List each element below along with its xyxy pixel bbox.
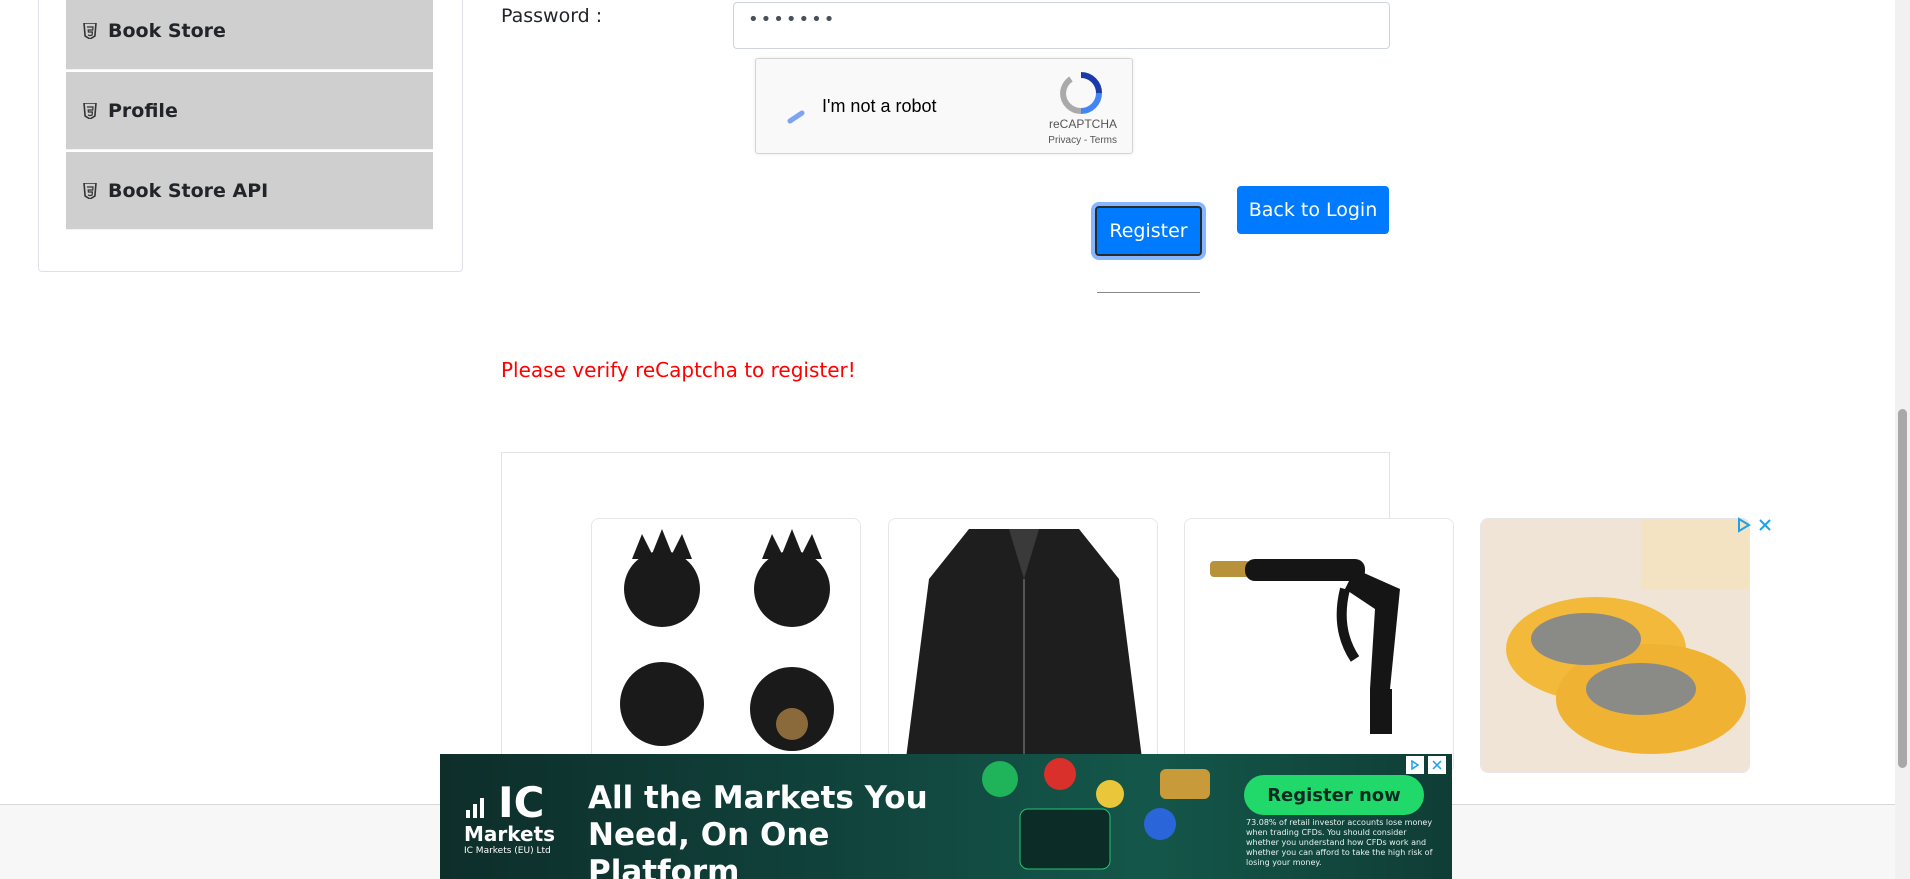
password-field[interactable]: ••••••• <box>733 2 1390 49</box>
back-to-login-button[interactable]: Back to Login <box>1237 186 1389 234</box>
close-icon[interactable] <box>1758 518 1772 532</box>
sidebar-item-profile[interactable]: Profile <box>66 72 433 150</box>
ad-product-card[interactable] <box>1184 518 1454 773</box>
ad-product-card[interactable] <box>1480 518 1750 773</box>
ad-product-card[interactable] <box>888 518 1158 773</box>
banner-ad-controls[interactable] <box>1406 756 1446 774</box>
product-image-icon <box>1185 519 1453 772</box>
sidebar-item-label: Book Store API <box>108 179 269 202</box>
close-icon[interactable] <box>1428 756 1446 774</box>
risk-disclaimer: 73.08% of retail investor accounts lose … <box>1246 818 1433 867</box>
sidebar-item-label: Profile <box>108 99 178 122</box>
product-image-icon <box>1481 519 1749 772</box>
captcha-checkbox-icon[interactable] <box>786 105 808 127</box>
brand-top: IC <box>498 778 545 827</box>
banner-ad[interactable]: IC Markets IC Markets (EU) Ltd All the M… <box>440 754 1452 879</box>
product-image-icon <box>889 519 1157 772</box>
captcha-brand: reCAPTCHA <box>1048 117 1117 131</box>
register-button[interactable]: Register <box>1095 206 1202 256</box>
recaptcha-logo-icon <box>1060 72 1102 114</box>
adchoices-icon[interactable] <box>1736 517 1752 533</box>
captcha-links[interactable]: Privacy - Terms <box>1048 135 1117 146</box>
html5-icon <box>82 102 98 120</box>
password-label: Password : <box>501 5 603 27</box>
scrollbar-thumb[interactable] <box>1898 409 1907 768</box>
divider <box>1097 292 1200 293</box>
sidebar-item-label: Book Store <box>108 19 226 42</box>
sidebar-item-book-store-api[interactable]: Book Store API <box>66 152 433 230</box>
bar-chart-icon <box>466 798 484 818</box>
register-now-button[interactable]: Register now <box>1244 775 1424 815</box>
adchoices-icon[interactable] <box>1406 756 1424 774</box>
recaptcha-widget[interactable]: I'm not a robot reCAPTCHA Privacy - Term… <box>755 58 1133 154</box>
brand-sub: IC Markets (EU) Ltd <box>464 846 551 856</box>
product-image-icon <box>592 519 860 772</box>
markets-illustration-icon <box>982 758 1210 870</box>
sidebar-item-book-store[interactable]: Book Store <box>66 0 433 70</box>
ad-product-card[interactable] <box>591 518 861 773</box>
ad-choices[interactable] <box>1736 516 1776 534</box>
html5-icon <box>82 22 98 40</box>
captcha-label: I'm not a robot <box>822 96 937 116</box>
error-message: Please verify reCaptcha to register! <box>501 358 856 382</box>
banner-headline: All the Markets You Need, On One Platfor… <box>588 780 928 879</box>
brand-bottom: Markets <box>464 822 556 846</box>
html5-icon <box>82 182 98 200</box>
